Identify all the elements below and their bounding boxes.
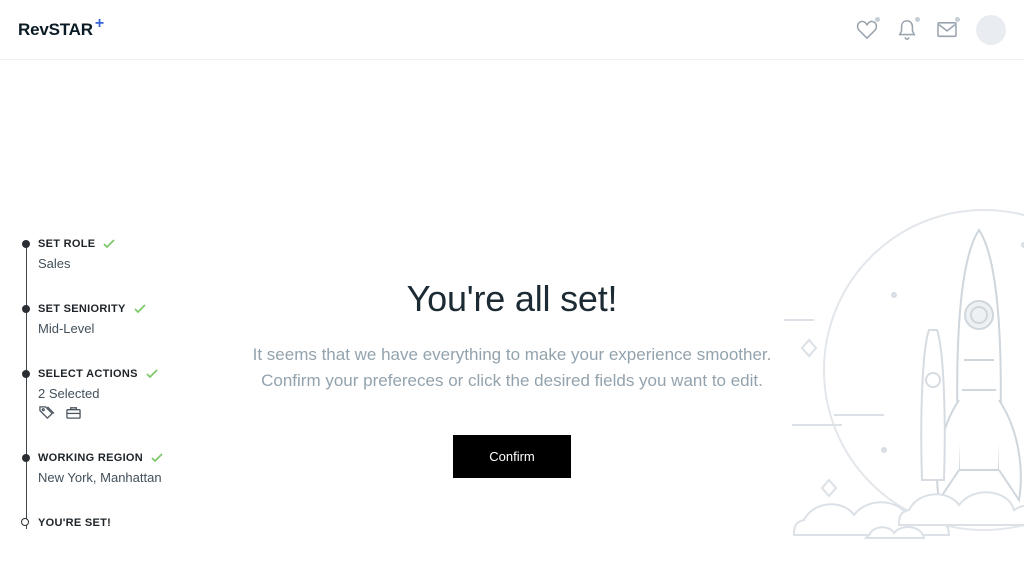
step-set-seniority[interactable]: SET SENIORITY Mid-Level <box>22 303 242 336</box>
tag-icon <box>38 405 55 420</box>
check-icon <box>103 239 115 249</box>
step-youre-set[interactable]: YOU'RE SET! <box>22 517 242 529</box>
step-value: New York, Manhattan <box>38 470 242 485</box>
step-title: WORKING REGION <box>38 452 242 464</box>
step-value: Sales <box>38 256 242 271</box>
onboarding-timeline: SET ROLE Sales SET SENIORITY Mid-Level S… <box>22 238 242 529</box>
step-title-text: SET ROLE <box>38 238 95 250</box>
description-line-2: Confirm your prefereces or click the des… <box>261 371 763 390</box>
step-set-role[interactable]: SET ROLE Sales <box>22 238 242 271</box>
step-select-actions[interactable]: SELECT ACTIONS 2 Selected <box>22 368 242 420</box>
briefcase-icon <box>65 405 82 420</box>
description-line-1: It seems that we have everything to make… <box>253 345 772 364</box>
heart-dot <box>875 17 880 22</box>
page-body: SET ROLE Sales SET SENIORITY Mid-Level S… <box>0 60 1024 587</box>
step-value: Mid-Level <box>38 321 242 336</box>
step-title-text: YOU'RE SET! <box>38 517 111 529</box>
step-title-text: SELECT ACTIONS <box>38 368 138 380</box>
logo-text: RevSTAR <box>18 20 93 40</box>
step-value: 2 Selected <box>38 386 242 401</box>
header-icons <box>856 15 1006 45</box>
step-dot <box>22 370 30 378</box>
bell-dot <box>915 17 920 22</box>
check-icon <box>151 453 163 463</box>
step-dot <box>22 454 30 462</box>
step-dot <box>21 518 29 526</box>
confirm-button[interactable]: Confirm <box>453 435 571 478</box>
action-icons <box>38 405 242 420</box>
check-icon <box>146 369 158 379</box>
logo-plus-icon: + <box>95 15 104 33</box>
step-working-region[interactable]: WORKING REGION New York, Manhattan <box>22 452 242 485</box>
step-title: SET SENIORITY <box>38 303 242 315</box>
bell-icon[interactable] <box>896 19 918 41</box>
step-dot <box>22 305 30 313</box>
header: RevSTAR + <box>0 0 1024 60</box>
step-title: SET ROLE <box>38 238 242 250</box>
avatar[interactable] <box>976 15 1006 45</box>
step-title: YOU'RE SET! <box>38 517 242 529</box>
step-dot <box>22 240 30 248</box>
step-title-text: SET SENIORITY <box>38 303 126 315</box>
heart-icon[interactable] <box>856 19 878 41</box>
mail-icon[interactable] <box>936 19 958 41</box>
logo[interactable]: RevSTAR + <box>18 20 104 40</box>
check-icon <box>134 304 146 314</box>
step-title-text: WORKING REGION <box>38 452 143 464</box>
mail-dot <box>955 17 960 22</box>
step-title: SELECT ACTIONS <box>38 368 242 380</box>
